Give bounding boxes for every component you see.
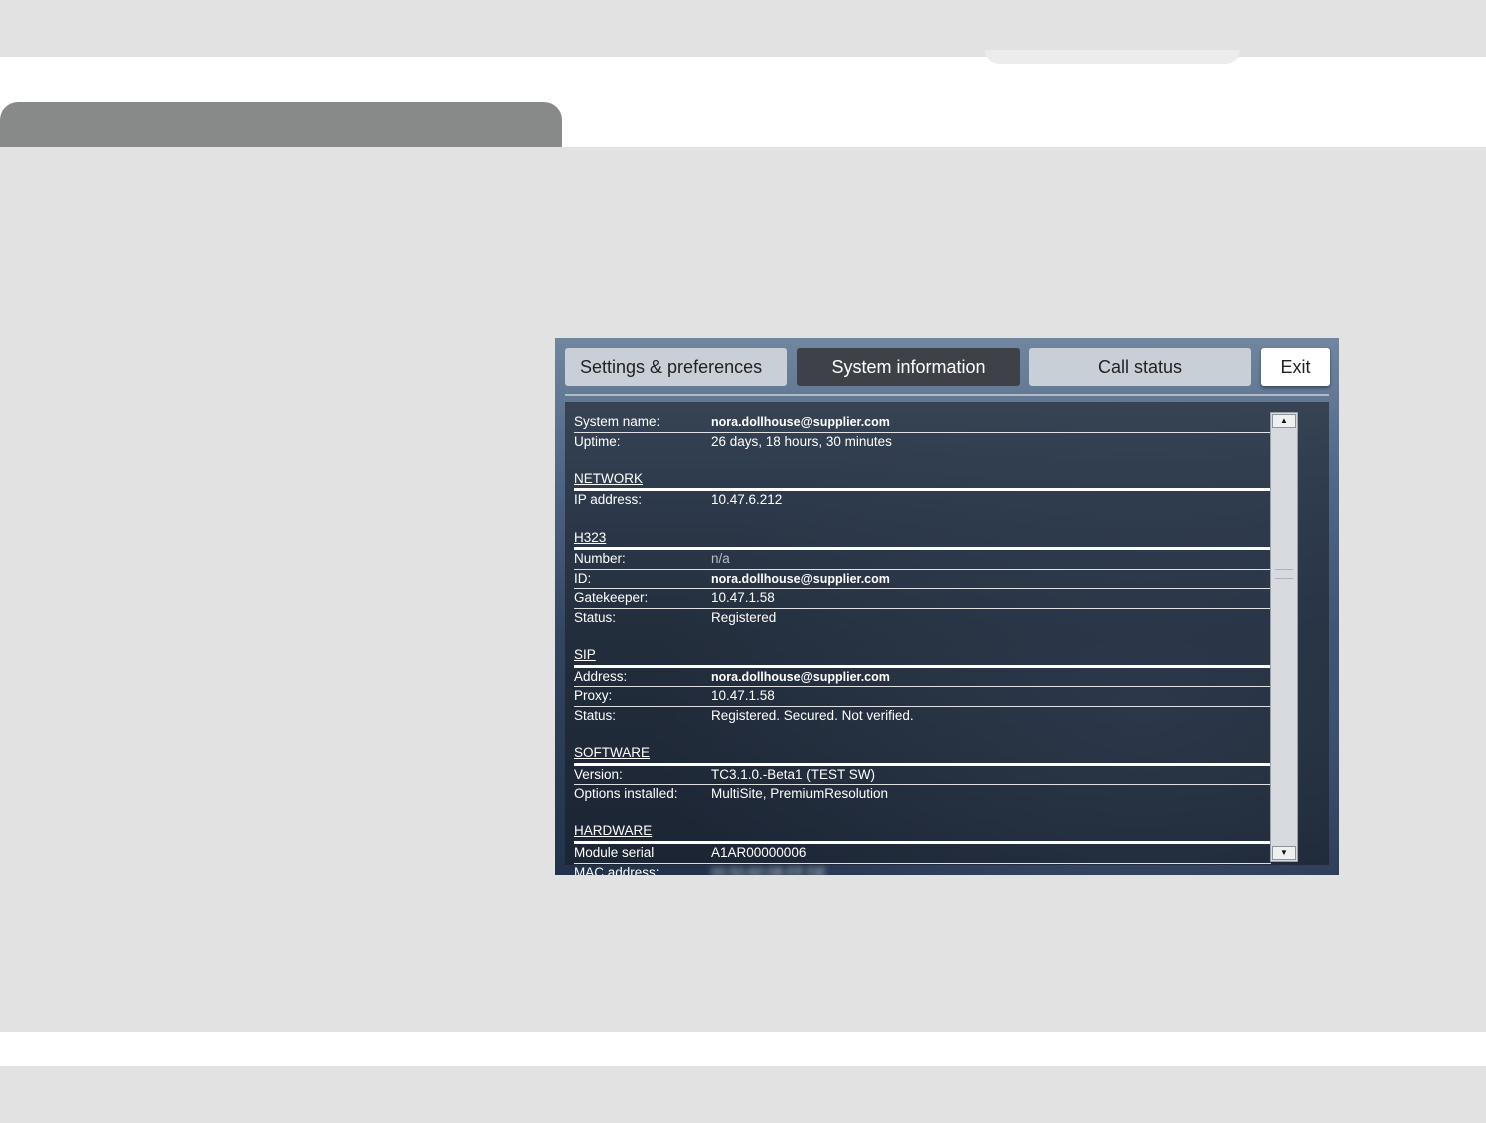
info-row: Status: Registered [574, 609, 1271, 628]
tab-separator [565, 394, 1329, 396]
info-value: 26 days, 18 hours, 30 minutes [711, 433, 892, 449]
info-row: Gatekeeper: 10.47.1.58 [574, 589, 1271, 609]
info-label: Number: [574, 551, 626, 567]
section-header: SOFTWARE [574, 744, 1271, 766]
info-row: Number: n/a [574, 550, 1271, 570]
info-value: 10.47.6.212 [711, 492, 783, 508]
header-tab [0, 102, 562, 147]
info-row: Uptime: 26 days, 18 hours, 30 minutes [574, 433, 1271, 452]
info-label: MAC address: [574, 864, 660, 875]
info-row: IP address: 10.47.6.212 [574, 491, 1271, 510]
section-header: SIP [574, 646, 1271, 668]
info-row: Version: TC3.1.0.-Beta1 (TEST SW) [574, 766, 1271, 786]
info-row: Proxy: 10.47.1.58 [574, 687, 1271, 707]
bottom-band [0, 1066, 1486, 1123]
info-value: A1AR00000006 [711, 845, 807, 861]
info-value: n/a [711, 551, 730, 567]
info-row: Address: nora.dollhouse@supplier.com [574, 668, 1271, 688]
system-info-panel: System name: nora.dollhouse@supplier.com U… [565, 402, 1329, 875]
exit-button[interactable]: Exit [1261, 348, 1330, 386]
footer-band [0, 1032, 1486, 1066]
system-screen: Settings & preferences System informatio… [555, 338, 1339, 875]
info-value: 10.47.1.58 [711, 688, 775, 704]
info-row: MAC address: 00:50:60:0B:FF:DE [574, 864, 1271, 875]
section-header-label: NETWORK [574, 470, 643, 486]
section-header: HARDWARE [574, 822, 1271, 845]
info-label: Proxy: [574, 688, 613, 704]
info-value: Registered [711, 609, 777, 625]
info-label: Module serial [574, 845, 655, 861]
scroll-grip-icon[interactable] [1275, 569, 1293, 579]
info-label: Status: [574, 609, 617, 625]
info-label: Address: [574, 668, 628, 684]
section-header: NETWORK [574, 470, 1271, 492]
info-label: Status: [574, 707, 617, 723]
info-row: Module serial A1AR00000006 [574, 844, 1271, 864]
section-header-label: H323 [574, 529, 607, 545]
info-value: nora.dollhouse@supplier.com [711, 669, 890, 684]
info-label: System name: [574, 414, 661, 429]
info-row: Options installed: MultiSite, PremiumReso… [574, 785, 1271, 804]
info-value: TC3.1.0.-Beta1 (TEST SW) [711, 766, 876, 782]
info-row: ID: nora.dollhouse@supplier.com [574, 570, 1271, 590]
section-header-label: SOFTWARE [574, 745, 650, 761]
info-label: Options installed: [574, 786, 678, 802]
info-label: Gatekeeper: [574, 590, 649, 606]
info-row: System name: nora.dollhouse@supplier.com [574, 413, 1271, 433]
info-label: ID: [574, 570, 592, 586]
section-header-label: SIP [574, 647, 596, 663]
info-value: nora.dollhouse@supplier.com [711, 415, 890, 429]
info-label: IP address: [574, 492, 643, 508]
tab-call-status[interactable]: Call status [1029, 348, 1251, 386]
info-label: Version: [574, 766, 623, 782]
tab-settings-preferences[interactable]: Settings & preferences [565, 348, 787, 386]
info-label: Uptime: [574, 433, 621, 449]
scrollbar[interactable]: ▲ ▼ [1270, 412, 1298, 862]
info-value: MultiSite, PremiumResolution [711, 786, 889, 802]
info-value: Registered. Secured. Not verified. [711, 707, 914, 723]
section-header: H323 [574, 529, 1271, 551]
scroll-up-arrow-icon[interactable]: ▲ [1272, 414, 1296, 428]
info-row: Status: Registered. Secured. Not verified… [574, 707, 1271, 726]
top-band [0, 0, 1486, 57]
info-value: 00:50:60:0B:FF:DE [711, 864, 827, 875]
system-info-list: System name: nora.dollhouse@supplier.com U… [574, 413, 1271, 875]
top-shadow [985, 50, 1240, 64]
tab-system-information[interactable]: System information [797, 348, 1020, 386]
section-header-label: HARDWARE [574, 823, 653, 839]
scroll-down-arrow-icon[interactable]: ▼ [1272, 846, 1296, 860]
info-value: 10.47.1.58 [711, 590, 775, 606]
info-value: nora.dollhouse@supplier.com [711, 571, 890, 586]
